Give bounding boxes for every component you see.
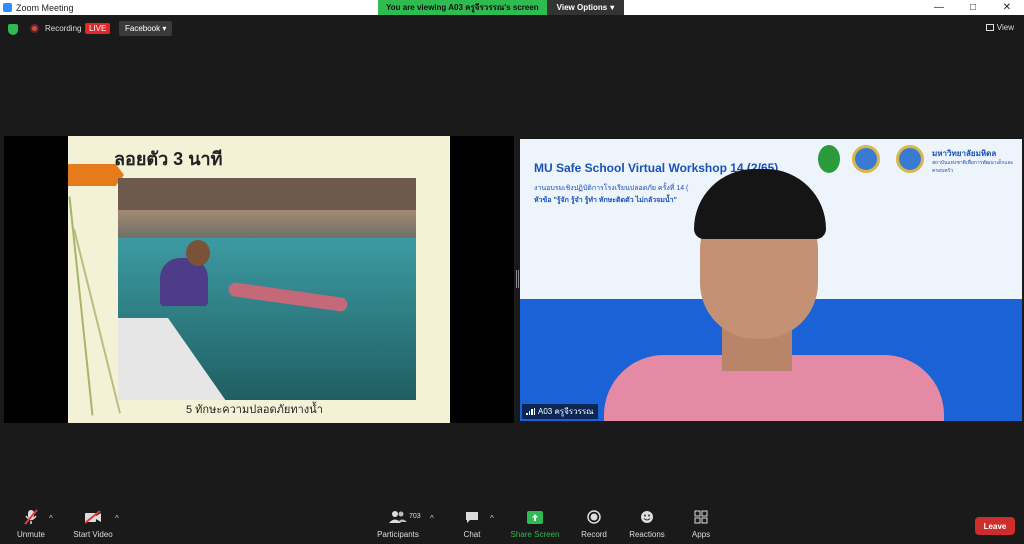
share-screen-icon: [527, 508, 543, 526]
slide-decoration: [73, 228, 121, 414]
view-grid-icon: [985, 24, 994, 31]
recording-label: Recording: [45, 24, 82, 33]
slide-caption: 5 ทักษะความปลอดภัยทางน้ำ: [186, 404, 323, 416]
video-options-caret[interactable]: ^: [115, 514, 119, 523]
participants-options-caret[interactable]: ^: [430, 514, 434, 523]
mic-muted-icon: [24, 508, 38, 526]
window-controls: — □ ✕: [922, 0, 1024, 15]
record-button[interactable]: Record: [578, 508, 610, 544]
leave-label: Leave: [983, 521, 1007, 531]
speaker-video-tile: MU Safe School Virtual Workshop 14 (2/65…: [520, 139, 1022, 421]
reactions-button[interactable]: Reactions: [626, 508, 668, 544]
share-banner: You are viewing A03 ครูจีรวรรณ's screen …: [378, 0, 625, 15]
participant-name: A03 ครูจีรวรรณ: [538, 407, 594, 416]
university-subtitle: สถาบันแห่งชาติเพื่อการพัฒนาเด็กและครอบคร…: [932, 160, 1014, 174]
presentation-slide: ลอยตัว 3 นาที 5 ทักษะความปลอดภัยทางน้ำ: [68, 136, 450, 423]
view-label: View: [996, 23, 1014, 32]
viewing-screen-message: You are viewing A03 ครูจีรวรรณ's screen: [378, 0, 547, 15]
meeting-toolbar: Unmute ^ Start Video ^ Participants 703 …: [0, 508, 1024, 544]
apps-label: Apps: [691, 530, 711, 539]
unmute-label: Unmute: [16, 530, 45, 539]
chevron-down-icon: ▾: [610, 3, 615, 12]
apps-icon: [694, 508, 708, 526]
view-options-label: View Options: [556, 3, 608, 12]
apps-button[interactable]: Apps: [688, 508, 714, 544]
reactions-label: Reactions: [629, 530, 665, 539]
window-title: Zoom Meeting: [16, 2, 74, 13]
share-screen-label: Share Screen: [510, 530, 560, 539]
meeting-status-bar: Recording LIVE Facebook ▾ View: [0, 18, 1024, 40]
view-button[interactable]: View: [985, 23, 1014, 32]
participant-name-tag: A03 ครูจีรวรรณ: [522, 404, 598, 419]
split-view-handle[interactable]: [516, 270, 519, 288]
video-off-icon: [84, 508, 102, 526]
share-screen-button[interactable]: Share Screen: [508, 508, 562, 544]
shield-icon[interactable]: [8, 24, 18, 35]
close-icon[interactable]: ✕: [990, 0, 1024, 15]
record-icon: [587, 508, 601, 526]
stream-target-label: Facebook: [125, 24, 161, 33]
chat-button[interactable]: Chat: [458, 508, 486, 544]
record-dot-icon: [30, 24, 39, 33]
speaker-video: [604, 169, 944, 421]
maximize-icon[interactable]: □: [956, 0, 990, 15]
record-label: Record: [581, 530, 607, 539]
unmute-button[interactable]: Unmute: [14, 508, 48, 544]
reactions-icon: [640, 508, 654, 526]
view-options-button[interactable]: View Options ▾: [546, 0, 625, 15]
stream-target-dropdown[interactable]: Facebook ▾: [119, 21, 173, 36]
chat-options-caret[interactable]: ^: [490, 514, 494, 523]
chat-label: Chat: [463, 530, 481, 539]
shared-screen: ลอยตัว 3 นาที 5 ทักษะความปลอดภัยทางน้ำ: [4, 136, 514, 423]
audio-options-caret[interactable]: ^: [49, 514, 53, 523]
slide-title: ลอยตัว 3 นาที: [114, 149, 223, 169]
pool-photo: [118, 178, 416, 400]
participants-count: 703: [409, 513, 421, 520]
leave-button[interactable]: Leave: [975, 517, 1015, 535]
start-video-button[interactable]: Start Video: [70, 508, 116, 544]
participants-icon: [389, 508, 407, 526]
minimize-icon[interactable]: —: [922, 0, 956, 15]
app-icon: [3, 3, 12, 12]
signal-strength-icon: [526, 408, 535, 415]
live-badge: LIVE: [85, 23, 111, 34]
start-video-label: Start Video: [73, 530, 113, 539]
chat-icon: [465, 508, 479, 526]
participants-label: Participants: [377, 530, 419, 539]
